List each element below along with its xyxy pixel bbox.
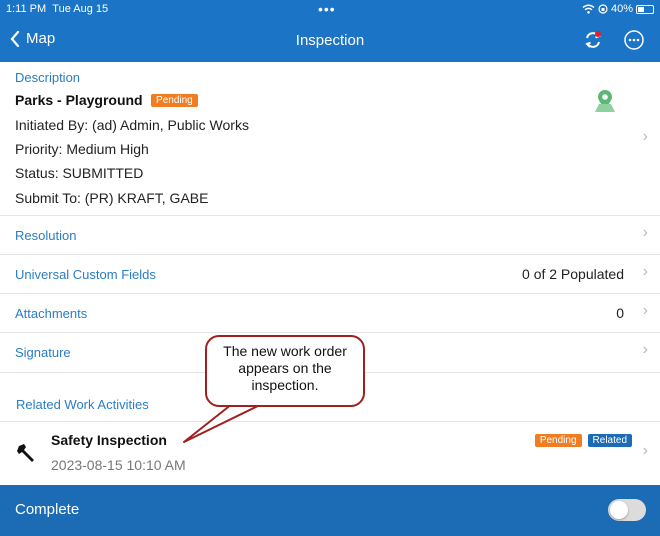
custom-fields-label: Universal Custom Fields xyxy=(15,267,156,282)
related-activity-item[interactable]: Safety Inspection 2023-08-15 10:10 AM Pe… xyxy=(0,422,660,484)
chevron-right-icon: › xyxy=(642,302,648,319)
signature-label: Signature xyxy=(15,345,71,360)
activity-badges: Pending Related xyxy=(534,434,632,447)
initiated-by: Initiated By: (ad) Admin, Public Works xyxy=(15,117,249,133)
back-label: Map xyxy=(26,30,56,47)
attachments-row[interactable]: Attachments 0 › xyxy=(0,294,660,333)
status-badge: Pending xyxy=(151,94,198,108)
chevron-right-icon: › xyxy=(642,224,648,241)
orientation-lock-icon xyxy=(598,4,608,14)
multitask-dots[interactable]: ••• xyxy=(318,1,336,17)
description-title-row: Parks - Playground Pending xyxy=(15,92,198,110)
chevron-right-icon: › xyxy=(642,263,648,280)
toggle-knob xyxy=(610,501,628,519)
status-bar: 1:11 PM Tue Aug 15 ••• 40% xyxy=(0,0,660,20)
submit-to: Submit To: (PR) KRAFT, GABE xyxy=(15,190,209,206)
status: Status: SUBMITTED xyxy=(15,165,144,181)
battery-percent: 40% xyxy=(610,3,633,15)
description-title: Parks - Playground xyxy=(15,92,143,108)
page-title: Inspection xyxy=(295,32,365,49)
activity-related-badge: Related xyxy=(587,434,632,447)
complete-bar: Complete xyxy=(0,485,660,536)
wrench-icon xyxy=(17,444,34,462)
related-header-label: Related Work Activities xyxy=(16,397,149,412)
complete-label: Complete xyxy=(15,501,80,518)
resolution-label: Resolution xyxy=(15,228,77,243)
custom-fields-row[interactable]: Universal Custom Fields 0 of 2 Populated… xyxy=(0,255,660,294)
chevron-right-icon: › xyxy=(642,442,648,459)
priority: Priority: Medium High xyxy=(15,141,149,157)
activity-status-badge: Pending xyxy=(534,434,582,447)
chevron-right-icon: › xyxy=(642,341,648,358)
attachments-label: Attachments xyxy=(15,306,88,321)
activity-datetime: 2023-08-15 10:10 AM xyxy=(51,457,186,473)
chevron-right-icon: › xyxy=(642,128,648,145)
map-pin-icon[interactable] xyxy=(592,88,618,114)
nav-bar: Map Inspection xyxy=(0,20,660,62)
complete-toggle[interactable] xyxy=(608,499,646,521)
more-button[interactable] xyxy=(623,29,645,51)
resolution-row[interactable]: Resolution › xyxy=(0,216,660,255)
status-indicators: 40% xyxy=(582,3,654,15)
description-header: Description xyxy=(15,70,81,85)
more-icon xyxy=(624,30,644,50)
callout-annotation: The new work order appears on the inspec… xyxy=(205,335,365,407)
custom-fields-value: 0 of 2 Populated xyxy=(522,266,624,282)
back-button[interactable]: Map xyxy=(10,30,55,47)
attachments-count: 0 xyxy=(616,305,624,321)
sync-icon xyxy=(585,31,601,48)
sync-button[interactable] xyxy=(582,29,604,51)
wifi-icon xyxy=(582,4,595,14)
activity-title: Safety Inspection xyxy=(51,432,167,448)
chevron-left-icon xyxy=(10,30,20,47)
description-section[interactable]: Description Parks - Playground Pending I… xyxy=(0,62,660,216)
status-time: 1:11 PM Tue Aug 15 xyxy=(6,3,109,15)
battery-icon xyxy=(636,4,654,14)
